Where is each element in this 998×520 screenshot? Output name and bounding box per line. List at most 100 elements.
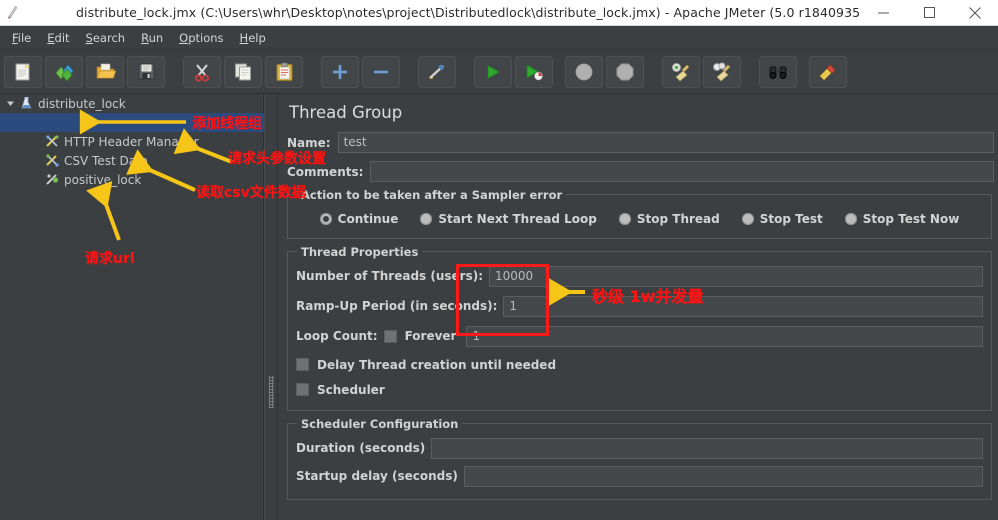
thread-group-editor: Thread Group Name: test Comments: Action… — [279, 94, 998, 520]
start-button[interactable] — [474, 55, 512, 88]
radio-stop-test-now-label: Stop Test Now — [862, 212, 960, 226]
radio-stop-thread[interactable]: Stop Thread — [618, 212, 720, 226]
cut-button[interactable] — [183, 55, 221, 88]
radio-dot-icon — [420, 213, 433, 225]
floppy-save-icon — [137, 62, 156, 81]
minimize-button[interactable] — [860, 0, 906, 26]
startup-delay-input[interactable] — [463, 465, 983, 487]
menu-options-mnemonic: O — [179, 30, 189, 45]
scheduler-row[interactable]: Scheduler — [296, 377, 983, 402]
delay-thread-creation-checkbox[interactable] — [296, 358, 309, 371]
menu-edit-mnemonic: E — [47, 30, 55, 45]
expand-all-button[interactable] — [321, 55, 359, 88]
new-test-plan-button[interactable] — [4, 55, 42, 88]
radio-dot-icon — [844, 213, 857, 225]
menu-run-label: un — [148, 30, 164, 45]
radio-stop-test[interactable]: Stop Test — [741, 212, 823, 226]
menu-edit[interactable]: Edit — [39, 29, 77, 47]
templates-icon — [54, 62, 75, 82]
shutdown-button[interactable] — [606, 55, 644, 88]
menu-run[interactable]: Run — [133, 29, 171, 47]
copy-button[interactable] — [224, 55, 262, 88]
window-controls — [860, 0, 998, 26]
page-title: Thread Group — [289, 103, 403, 122]
annotation-read-csv: 读取csv文件数据 — [196, 185, 306, 201]
radio-start-next-thread-loop-label: Start Next Thread Loop — [438, 212, 597, 226]
annotation-request-url: 请求url — [85, 251, 135, 267]
clipboard-paste-icon — [275, 62, 294, 82]
ramp-up-period-input[interactable]: 1 — [503, 295, 983, 317]
search-button[interactable] — [759, 55, 797, 88]
highlight-box-thread-inputs — [456, 264, 549, 336]
menu-search-label: earch — [92, 30, 126, 45]
loop-count-label: Loop Count: — [296, 329, 378, 343]
delay-thread-creation-row[interactable]: Delay Thread creation until needed — [296, 352, 983, 377]
menu-bar: File Edit Search Run Options Help — [0, 26, 998, 50]
sampler-error-group: Action to be taken after a Sampler error… — [287, 188, 992, 239]
startup-delay-row: Startup delay (seconds) — [296, 463, 983, 489]
new-document-icon — [13, 62, 33, 82]
menu-options[interactable]: Options — [171, 29, 231, 47]
stop-button[interactable] — [565, 55, 603, 88]
jmeter-feather-icon — [0, 0, 26, 26]
duration-input[interactable] — [431, 437, 983, 459]
menu-file[interactable]: File — [4, 29, 39, 47]
name-input[interactable]: test — [337, 132, 994, 153]
menu-file-label: ile — [17, 30, 32, 45]
sampler-error-legend: Action to be taken after a Sampler error — [297, 188, 567, 202]
green-play-no-pause-icon — [524, 63, 544, 81]
radio-continue-label: Continue — [337, 212, 399, 226]
minus-icon — [372, 63, 390, 81]
radio-start-next-thread-loop[interactable]: Start Next Thread Loop — [420, 212, 597, 226]
radio-stop-test-now[interactable]: Stop Test Now — [844, 212, 960, 226]
menu-help-mnemonic: H — [239, 30, 249, 45]
reset-search-button[interactable] — [809, 55, 847, 88]
annotation-header-params: 请求头参数设置 — [228, 151, 326, 167]
title-bar: distribute_lock.jmx (C:\Users\whr\Deskto… — [0, 0, 998, 26]
menu-run-mnemonic: R — [141, 30, 149, 45]
binoculars-search-icon — [767, 64, 789, 80]
broom-clear-icon — [671, 62, 692, 82]
shutdown-octagon-icon — [615, 62, 635, 82]
loop-count-row: Loop Count: Forever 1 — [296, 322, 983, 350]
splitter-grip[interactable] — [269, 376, 274, 408]
scheduler-configuration-group: Scheduler Configuration Duration (second… — [287, 417, 992, 500]
close-button[interactable] — [952, 0, 998, 26]
stop-circle-icon — [574, 62, 594, 82]
thread-properties-group: Thread Properties Number of Threads (use… — [287, 245, 992, 411]
number-of-threads-input[interactable]: 10000 — [489, 265, 983, 287]
menu-help[interactable]: Help — [232, 29, 274, 47]
window-title: distribute_lock.jmx (C:\Users\whr\Deskto… — [76, 5, 860, 20]
radio-dot-icon — [741, 213, 754, 225]
scheduler-configuration-legend: Scheduler Configuration — [297, 417, 463, 431]
menu-help-label: elp — [248, 30, 266, 45]
broom-clear-all-icon — [712, 62, 733, 82]
templates-button[interactable] — [45, 55, 83, 88]
clear-all-button[interactable] — [703, 55, 741, 88]
paste-button[interactable] — [265, 55, 303, 88]
scheduler-checkbox[interactable] — [296, 383, 309, 396]
toolbar — [0, 50, 998, 94]
reset-broom-icon — [818, 62, 838, 82]
comments-input[interactable] — [370, 161, 994, 182]
sampler-error-radio-group: Continue Start Next Thread Loop Stop Thr… — [296, 208, 983, 230]
start-no-pauses-button[interactable] — [515, 55, 553, 88]
forever-checkbox[interactable] — [383, 329, 397, 343]
maximize-button[interactable] — [906, 0, 952, 26]
menu-search-mnemonic: S — [85, 30, 93, 45]
radio-dot-icon — [319, 213, 332, 225]
menu-search[interactable]: Search — [78, 29, 134, 47]
open-button[interactable] — [86, 55, 124, 88]
test-plan-tree-overlay — [0, 94, 264, 520]
name-field-row: Name: test — [287, 130, 994, 155]
toggle-button[interactable] — [418, 55, 456, 88]
comments-field-row: Comments: — [287, 159, 994, 184]
collapse-all-button[interactable] — [362, 55, 400, 88]
clear-button[interactable] — [662, 55, 700, 88]
copy-pages-icon — [233, 62, 253, 82]
radio-continue[interactable]: Continue — [319, 212, 399, 226]
scheduler-label: Scheduler — [317, 382, 385, 397]
save-button[interactable] — [127, 55, 165, 88]
duration-label: Duration (seconds) — [296, 441, 426, 455]
radio-stop-test-label: Stop Test — [759, 212, 823, 226]
